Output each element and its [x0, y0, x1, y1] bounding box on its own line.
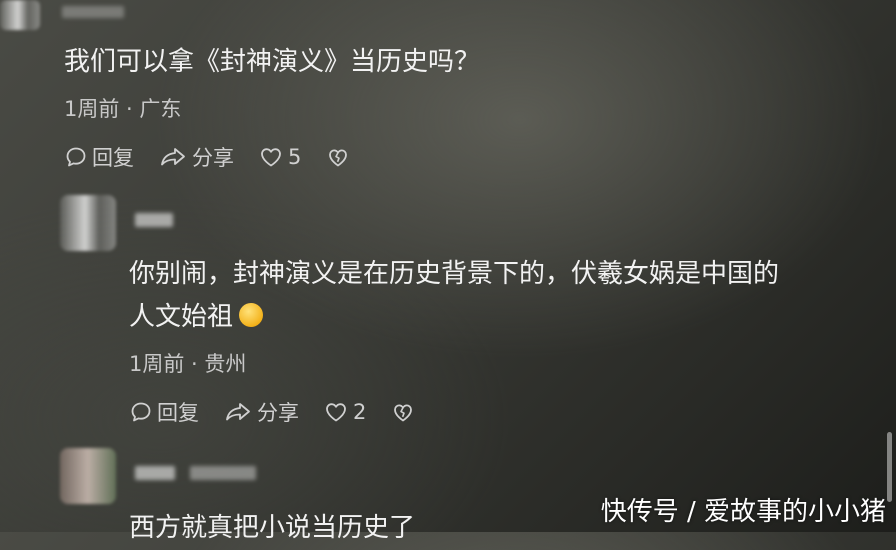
avatar-comment-1[interactable]	[0, 0, 40, 30]
watermark: 快传号 / 爱故事的小小猪	[600, 497, 886, 527]
laughing-crying-emoji-icon	[239, 302, 264, 327]
reply-button[interactable]: 回复	[129, 397, 199, 427]
reply-label: 回复	[92, 146, 134, 170]
share-arrow-icon	[226, 403, 250, 421]
dislike-button[interactable]	[325, 145, 355, 169]
comment-2-text-line1: 你别闹，封神演义是在历史背景下的，伏羲女娲是中国的	[129, 259, 780, 289]
heart-icon	[261, 148, 281, 167]
comment-1-text: 我们可以拿《封神演义》当历史吗？	[64, 47, 481, 77]
like-count: 5	[288, 145, 302, 169]
username-comment-3[interactable]	[135, 466, 175, 480]
username-comment-1[interactable]	[62, 6, 124, 18]
share-arrow-icon	[161, 148, 185, 166]
scrollbar[interactable]	[887, 432, 892, 502]
like-button[interactable]: 2	[323, 400, 366, 424]
avatar-comment-2[interactable]	[60, 195, 116, 251]
heart-icon	[326, 403, 346, 422]
share-label: 分享	[192, 146, 234, 170]
share-button[interactable]: 分享	[158, 142, 234, 172]
reply-button[interactable]: 回复	[64, 142, 134, 172]
like-count: 2	[353, 400, 367, 424]
like-button[interactable]: 5	[258, 145, 301, 169]
comment-2-actions: 回复 分享 2	[129, 397, 444, 427]
comment-icon	[66, 147, 86, 167]
username-comment-3-extra	[190, 466, 256, 480]
broken-heart-icon	[329, 149, 348, 167]
comment-2-text-line2: 人文始祖	[129, 295, 264, 339]
username-comment-2[interactable]	[135, 213, 173, 227]
comment-1-meta: 1周前 · 广东	[64, 97, 182, 121]
comment-1-actions: 回复 分享 5	[64, 142, 379, 172]
reply-label: 回复	[157, 401, 199, 425]
broken-heart-icon	[394, 404, 413, 422]
dislike-button[interactable]	[390, 400, 420, 424]
avatar-comment-3[interactable]	[60, 448, 116, 504]
share-button[interactable]: 分享	[223, 397, 299, 427]
comment-icon	[131, 402, 151, 422]
comment-2-text-line2-content: 人文始祖	[129, 302, 234, 332]
share-label: 分享	[257, 401, 299, 425]
comment-2-meta: 1周前 · 贵州	[129, 352, 247, 376]
comment-3-text: 西方就真把小说当历史了	[129, 513, 416, 543]
